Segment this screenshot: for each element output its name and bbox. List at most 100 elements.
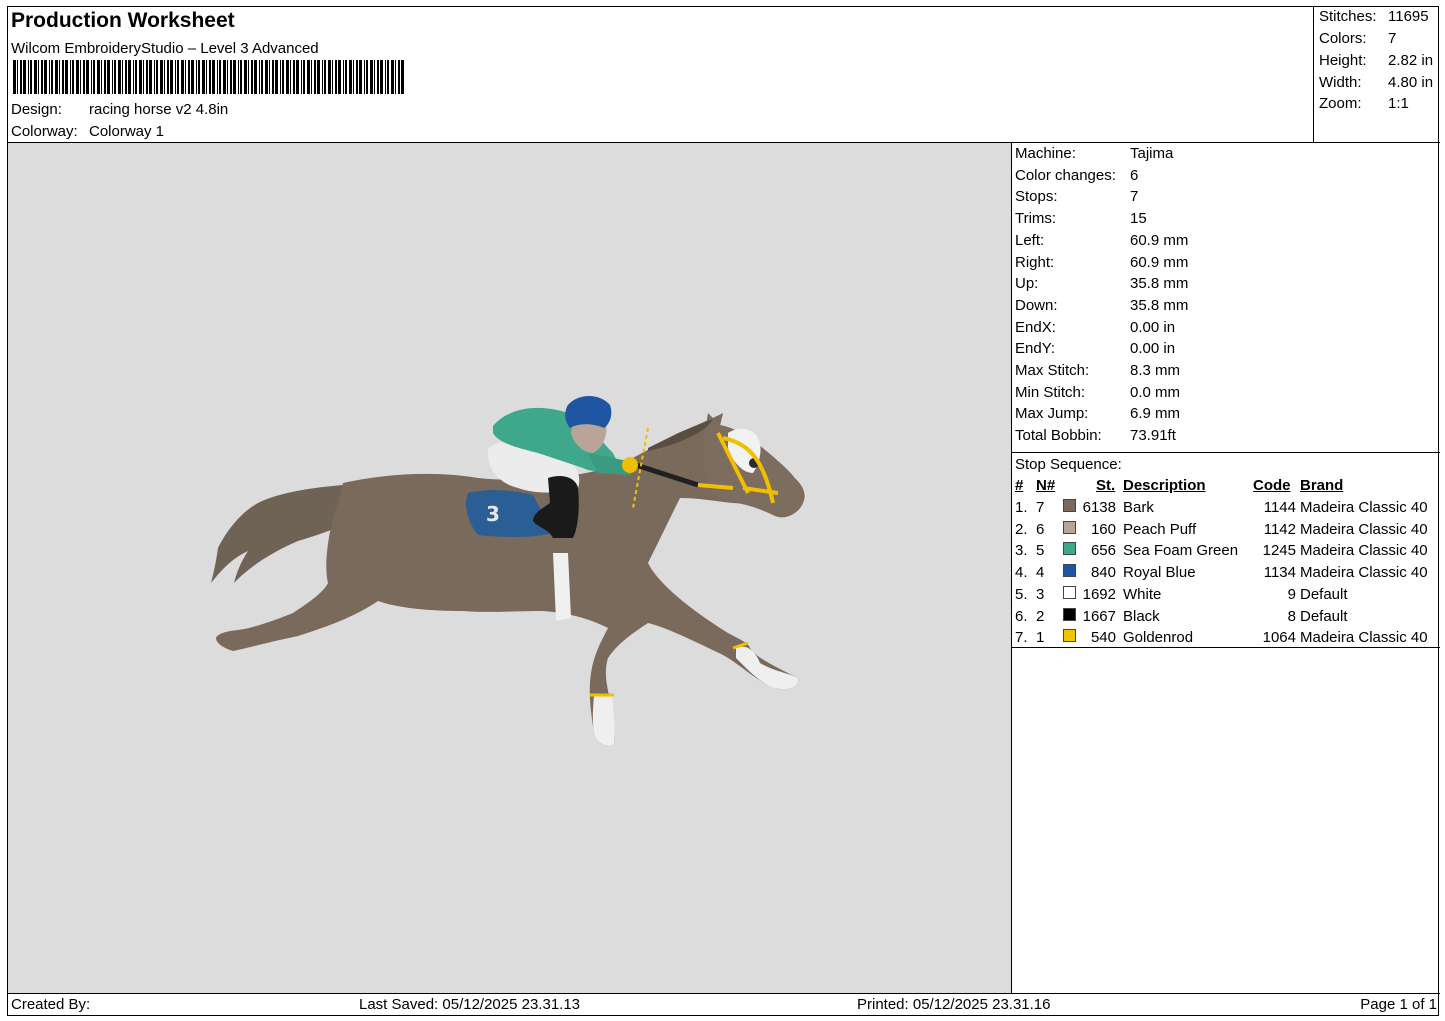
machine-info-row: Trims: 15	[1015, 210, 1147, 231]
machine-info-value: 35.8 mm	[1130, 296, 1189, 314]
machine-info-label: Trims:	[1015, 210, 1057, 228]
machine-info-row: EndX: 0.00 in	[1015, 319, 1175, 340]
barcode-bar	[41, 60, 43, 94]
stop-sequence-title: Stop Sequence:	[1015, 456, 1122, 473]
stop-sequence-row: 4. 4 840 Royal Blue 1134 Madeira Classic 40	[1012, 564, 1440, 585]
barcode-bar	[265, 60, 268, 94]
needle-number: 2	[1036, 607, 1045, 625]
colorway-label: Colorway:	[11, 123, 78, 140]
machine-info-label: Min Stitch:	[1015, 383, 1086, 401]
barcode-bar	[154, 60, 155, 94]
design-label: Design:	[11, 101, 62, 118]
barcode-bar	[107, 60, 110, 94]
machine-info-row: Up: 35.8 mm	[1015, 275, 1188, 296]
thread-brand: Madeira Classic 40	[1300, 542, 1428, 560]
barcode-bar	[374, 60, 375, 94]
barcode-bar	[380, 60, 383, 94]
row-number: 1.	[1015, 499, 1028, 516]
stat-label: Stitches:	[1319, 8, 1377, 25]
barcode-bar	[128, 60, 131, 94]
barcode-bar	[230, 60, 232, 94]
barcode-bar	[366, 60, 368, 94]
printed-date: Printed: 05/12/2025 23.31.16	[857, 996, 1051, 1013]
thread-color-swatch	[1063, 607, 1076, 621]
barcode-bar	[275, 60, 278, 94]
barcode-bar	[175, 60, 176, 94]
barcode-bar	[164, 60, 165, 94]
barcode-bar	[122, 60, 123, 94]
barcode-bar	[125, 60, 127, 94]
stop-sequence-row: 2. 6 160 Peach Puff 1142 Madeira Classic 40	[1012, 520, 1440, 542]
stat-label: Colors:	[1319, 30, 1367, 47]
machine-info-label: Color changes:	[1015, 166, 1116, 184]
machine-info-label: Right:	[1015, 253, 1055, 271]
barcode-bar	[59, 60, 60, 94]
col-header-num: #	[1015, 477, 1024, 494]
col-header-description: Description	[1123, 477, 1206, 494]
needle-number: 4	[1036, 564, 1045, 582]
machine-info-label: Max Stitch:	[1015, 362, 1090, 379]
thread-color-swatch	[1063, 629, 1076, 643]
barcode-bar	[97, 60, 100, 94]
machine-info-value: 60.9 mm	[1130, 231, 1189, 249]
barcode-bar	[104, 60, 106, 94]
barcode-bar	[356, 60, 358, 94]
machine-info-value: Tajima	[1130, 145, 1174, 162]
machine-info-row: Max Jump: 6.9 mm	[1015, 405, 1180, 426]
thread-description: Peach Puff	[1123, 520, 1197, 538]
stop-sequence-row: 1. 7 6138 Bark 1144 Madeira Classic 40	[1012, 499, 1440, 520]
barcode	[13, 60, 404, 94]
barcode-bar	[301, 60, 302, 94]
barcode-bar	[290, 60, 291, 94]
barcode-bar	[259, 60, 260, 94]
stat-row: Zoom: 1:1	[1319, 95, 1409, 112]
barcode-bar	[280, 60, 281, 94]
thread-brand: Madeira Classic 40	[1300, 564, 1428, 582]
barcode-bar	[13, 60, 16, 94]
row-number: 3.	[1015, 542, 1028, 560]
barcode-bar	[261, 60, 263, 94]
stat-value: 2.82 in	[1388, 52, 1434, 69]
barcode-bar	[44, 60, 47, 94]
thread-brand: Madeira Classic 40	[1300, 520, 1428, 538]
barcode-bar	[86, 60, 89, 94]
barcode-bar	[401, 60, 404, 94]
stitch-count: 656	[1090, 542, 1116, 560]
thread-code: 1144	[1263, 499, 1296, 516]
stat-label: Zoom:	[1319, 95, 1362, 112]
barcode-bar	[49, 60, 50, 94]
barcode-bar	[72, 60, 74, 94]
design-row: Design: racing horse v2 4.8in	[11, 101, 228, 118]
stat-label: Height:	[1319, 52, 1367, 69]
machine-info-row: Total Bobbin: 73.91ft	[1015, 427, 1176, 448]
stat-value: 4.80 in	[1388, 74, 1434, 91]
row-number: 4.	[1015, 564, 1028, 582]
design-value: racing horse v2 4.8in	[89, 101, 229, 118]
barcode-bar	[62, 60, 64, 94]
created-by: Created By:	[11, 996, 91, 1013]
barcode-bar	[296, 60, 299, 94]
barcode-bar	[65, 60, 68, 94]
machine-info-value: 6.9 mm	[1130, 405, 1181, 423]
page-number: Page 1 of 1	[1360, 996, 1437, 1013]
barcode-bar	[251, 60, 253, 94]
stitch-count: 1667	[1082, 607, 1116, 625]
divider	[1012, 452, 1440, 453]
machine-info-value: 8.3 mm	[1130, 362, 1181, 379]
stat-row: Stitches: 11695	[1319, 8, 1429, 25]
barcode-bar	[202, 60, 205, 94]
thread-color-swatch	[1063, 542, 1076, 556]
needle-number: 3	[1036, 585, 1045, 603]
needle-number: 5	[1036, 542, 1045, 560]
stat-value: 11695	[1388, 8, 1429, 25]
barcode-bar	[307, 60, 310, 94]
barcode-bar	[370, 60, 373, 94]
row-number: 7.	[1015, 629, 1028, 647]
machine-info-label: Down:	[1015, 296, 1058, 314]
last-saved: Last Saved: 05/12/2025 23.31.13	[359, 996, 581, 1013]
barcode-bar	[254, 60, 257, 94]
barcode-bar	[28, 60, 29, 94]
racing-horse-embroidery-image: 3	[211, 396, 805, 746]
barcode-bar	[391, 60, 394, 94]
worksheet-frame: Production Worksheet Wilcom EmbroiderySt…	[7, 6, 1440, 1016]
